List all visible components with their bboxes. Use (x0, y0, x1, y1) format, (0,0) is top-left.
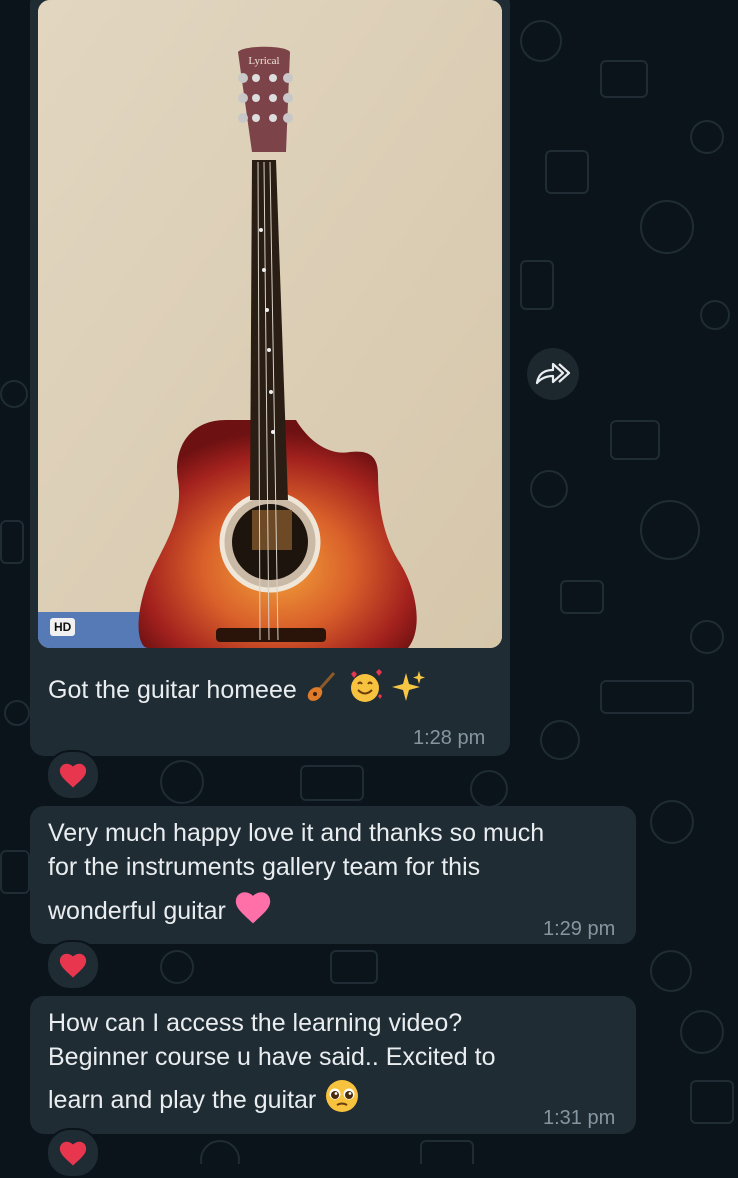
message-line: Beginner course u have said.. Excited to (48, 1043, 496, 1071)
message-line: How can I access the learning video? (48, 1009, 463, 1037)
smiling-face-hearts-emoji-icon (345, 668, 385, 715)
guitar-photo[interactable]: Lyrical HD (38, 0, 502, 648)
reaction-pill[interactable] (46, 940, 100, 990)
forward-button[interactable] (527, 348, 579, 400)
pink-heart-emoji-icon (233, 889, 273, 936)
heart-icon (59, 953, 87, 978)
message-time: 1:31 pm (543, 1107, 616, 1129)
message-line: Very much happy love it and thanks so mu… (48, 819, 545, 847)
message-line: for the instruments gallery team for thi… (48, 853, 481, 881)
sparkles-emoji-icon (391, 669, 426, 714)
pleading-face-emoji-icon (323, 1078, 361, 1125)
headstock-brand: Lyrical (248, 55, 279, 67)
message-text-content: Got the guitar homeee (48, 676, 297, 705)
message-time: 1:29 pm (543, 918, 616, 940)
message-text: Got the guitar homeee (48, 668, 426, 715)
reaction-pill[interactable] (46, 750, 100, 800)
heart-icon (59, 763, 87, 788)
message-line: learn and play the guitar (48, 1078, 361, 1125)
guitar-emoji-icon (304, 669, 338, 714)
forward-icon (535, 362, 571, 385)
guitar-image: Lyrical (38, 0, 502, 648)
message-time: 1:28 pm (413, 727, 486, 749)
reaction-pill[interactable] (46, 1128, 100, 1178)
message-line-text: learn and play the guitar (48, 1086, 317, 1115)
heart-icon (59, 1141, 87, 1166)
message-line: wonderful guitar (48, 889, 273, 936)
message-line-text: wonderful guitar (48, 897, 226, 926)
hd-badge: HD (50, 618, 76, 636)
